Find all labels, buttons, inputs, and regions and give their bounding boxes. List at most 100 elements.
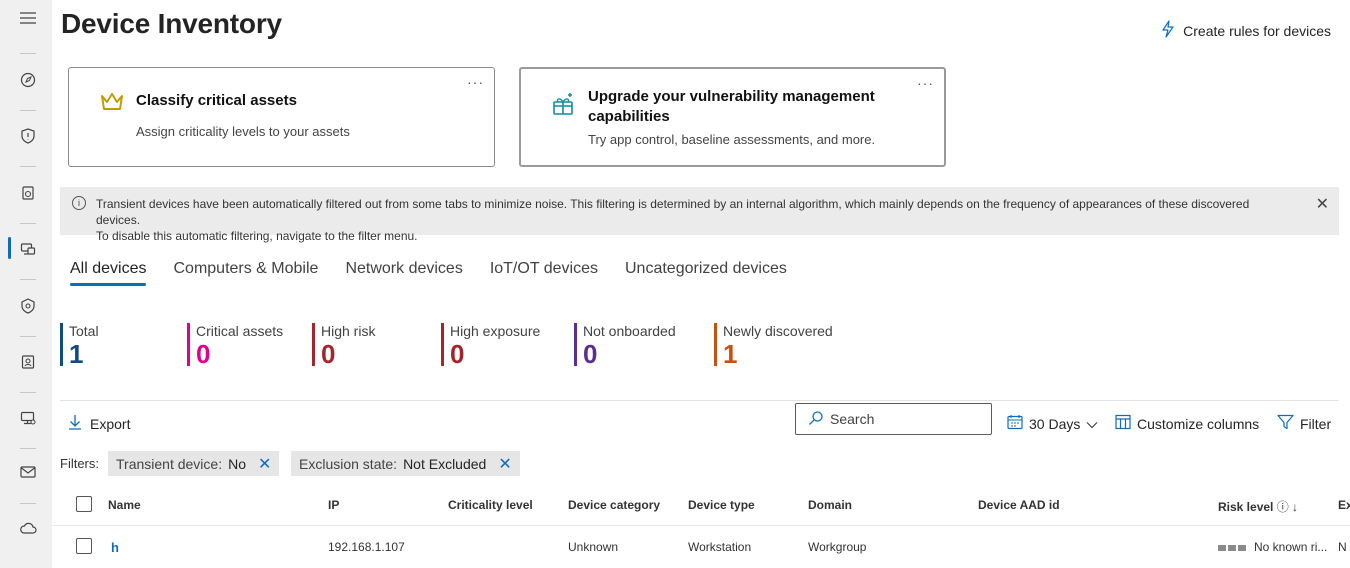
column-header-criticality[interactable]: Criticality level xyxy=(448,498,533,512)
stat-label: Not onboarded xyxy=(583,323,676,339)
stat-color-bar xyxy=(441,323,444,366)
card-title: Upgrade your vulnerability management ca… xyxy=(588,88,875,125)
rail-divider xyxy=(20,503,36,504)
stat-label: High exposure xyxy=(450,323,541,339)
device-ip: 192.168.1.107 xyxy=(328,540,405,554)
chip-key: Exclusion state: xyxy=(299,455,398,472)
page-title: Device Inventory xyxy=(61,8,282,39)
card-subtitle: Try app control, baseline assessments, a… xyxy=(588,132,876,147)
filter-label: Filter xyxy=(1300,415,1332,432)
stat-label: Newly discovered xyxy=(723,323,833,339)
table-row[interactable]: h 192.168.1.107 Unknown Workstation Work… xyxy=(52,528,1350,568)
stat-total[interactable]: Total 1 xyxy=(60,323,99,369)
identity-icon[interactable] xyxy=(18,352,38,372)
card-subtitle: Assign criticality levels to your assets xyxy=(136,124,350,139)
date-range-dropdown[interactable]: 30 Days xyxy=(1007,414,1098,433)
sort-info-icon: ⓘ ↓ xyxy=(1276,500,1299,514)
stat-high-exposure[interactable]: High exposure 0 xyxy=(441,323,541,369)
tab-uncategorized-devices[interactable]: Uncategorized devices xyxy=(625,260,787,286)
upgrade-gift-icon xyxy=(550,91,576,117)
filter-button[interactable]: Filter xyxy=(1277,414,1331,433)
more-options-button[interactable]: ··· xyxy=(917,75,934,91)
chip-key: Transient device: xyxy=(116,455,223,472)
stat-label: High risk xyxy=(321,323,376,339)
card-title: Classify critical assets xyxy=(136,92,297,109)
stat-color-bar xyxy=(60,323,63,366)
upgrade-vulnerability-card[interactable]: Upgrade your vulnerability management ca… xyxy=(519,67,946,167)
create-rules-label: Create rules for devices xyxy=(1183,22,1331,39)
assets-icon[interactable] xyxy=(18,183,38,203)
filter-chip-transient: Transient device: No ✕ xyxy=(108,451,280,476)
stat-not-onboarded[interactable]: Not onboarded 0 xyxy=(574,323,676,369)
stat-newly-discovered[interactable]: Newly discovered 1 xyxy=(714,323,833,369)
search-placeholder: Search xyxy=(830,411,875,427)
export-button[interactable]: Export xyxy=(68,414,130,433)
crown-icon xyxy=(99,90,125,116)
device-domain: Workgroup xyxy=(808,540,867,554)
more-options-button[interactable]: ··· xyxy=(467,74,484,90)
device-risk-level: No known ri... xyxy=(1218,540,1327,554)
select-all-checkbox[interactable] xyxy=(76,496,92,512)
shield-icon[interactable] xyxy=(18,126,38,146)
customize-columns-label: Customize columns xyxy=(1137,415,1260,432)
column-header-risk-level[interactable]: Risk level ⓘ ↓ xyxy=(1218,498,1298,515)
column-header-aad-id[interactable]: Device AAD id xyxy=(978,498,1060,512)
stat-label: Critical assets xyxy=(196,323,284,339)
tab-iot-ot-devices[interactable]: IoT/OT devices xyxy=(490,260,598,286)
column-header-domain[interactable]: Domain xyxy=(808,498,852,512)
device-name-link[interactable]: h xyxy=(111,540,119,555)
stat-color-bar xyxy=(312,323,315,366)
stat-value: 0 xyxy=(450,339,465,369)
device-truncated-cell: N xyxy=(1338,540,1347,554)
rail-divider xyxy=(20,53,36,54)
stat-high-risk[interactable]: High risk 0 xyxy=(312,323,376,369)
rail-divider xyxy=(20,223,36,224)
endpoints-icon[interactable] xyxy=(18,408,38,428)
stat-value: 1 xyxy=(723,339,738,369)
compass-icon[interactable] xyxy=(18,70,38,90)
column-header-category[interactable]: Device category xyxy=(568,498,660,512)
device-category: Unknown xyxy=(568,540,619,554)
banner-line-2: To disable this automatic filtering, nav… xyxy=(96,229,418,243)
date-range-label: 30 Days xyxy=(1029,415,1081,432)
column-header-ip[interactable]: IP xyxy=(328,498,339,512)
rail-divider xyxy=(20,166,36,167)
main-content: Device Inventory Create rules for device… xyxy=(52,0,1350,568)
row-checkbox[interactable] xyxy=(76,538,92,554)
risk-level-label: Risk level xyxy=(1218,500,1274,514)
rail-divider xyxy=(20,448,36,449)
chip-value: Not Excluded xyxy=(403,455,487,472)
remove-filter-icon[interactable]: ✕ xyxy=(258,454,271,474)
search-input[interactable]: Search xyxy=(795,403,992,435)
column-header-device-type[interactable]: Device type xyxy=(688,498,755,512)
download-icon xyxy=(68,414,82,433)
remove-filter-icon[interactable]: ✕ xyxy=(498,454,511,474)
mail-icon[interactable] xyxy=(18,462,38,482)
rail-divider xyxy=(20,279,36,280)
stat-critical-assets[interactable]: Critical assets 0 xyxy=(187,323,284,369)
device-tabs: All devices Computers & Mobile Network d… xyxy=(70,260,787,286)
search-icon xyxy=(808,410,824,429)
stat-label: Total xyxy=(69,323,99,339)
left-nav-rail xyxy=(0,0,52,568)
tab-network-devices[interactable]: Network devices xyxy=(345,260,462,286)
create-rules-button[interactable]: Create rules for devices xyxy=(1159,20,1331,41)
hamburger-menu-icon[interactable] xyxy=(18,8,38,28)
rail-divider xyxy=(20,110,36,111)
stat-value: 0 xyxy=(583,339,598,369)
tab-computers-mobile[interactable]: Computers & Mobile xyxy=(173,260,318,286)
classify-assets-card[interactable]: Classify critical assets Assign critical… xyxy=(68,67,495,167)
column-header-name[interactable]: Name xyxy=(108,498,141,512)
cloud-icon[interactable] xyxy=(18,518,38,538)
active-indicator xyxy=(8,237,11,259)
devices-icon[interactable] xyxy=(18,239,38,259)
stat-value: 0 xyxy=(321,339,336,369)
stat-value: 0 xyxy=(196,339,211,369)
stat-value: 1 xyxy=(69,339,84,369)
rules-icon xyxy=(1159,20,1177,41)
security-settings-icon[interactable] xyxy=(18,296,38,316)
column-header-truncated[interactable]: Ex xyxy=(1338,498,1350,512)
tab-all-devices[interactable]: All devices xyxy=(70,260,147,286)
customize-columns-button[interactable]: Customize columns xyxy=(1115,414,1259,433)
close-icon[interactable]: ✕ xyxy=(1316,194,1329,214)
